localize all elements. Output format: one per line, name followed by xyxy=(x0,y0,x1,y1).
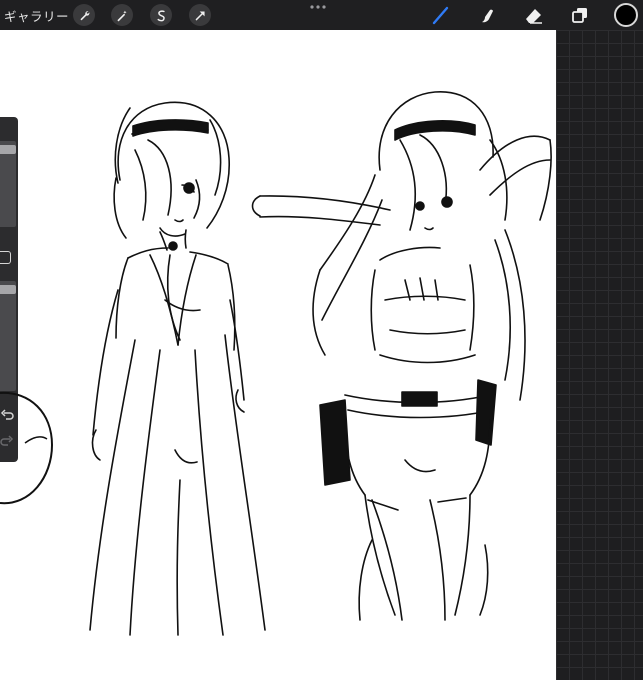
layers-icon[interactable] xyxy=(569,4,591,26)
eraser-icon[interactable] xyxy=(523,4,545,26)
modify-button-icon[interactable] xyxy=(0,251,11,264)
workspace-grid xyxy=(556,30,643,680)
drawing-canvas[interactable] xyxy=(0,30,556,680)
selection-icon[interactable] xyxy=(150,4,172,26)
opacity-slider[interactable] xyxy=(0,281,16,391)
sketch-artwork xyxy=(89,91,552,636)
top-toolbar: ギャラリー xyxy=(0,0,643,30)
brush-size-slider[interactable] xyxy=(0,141,16,227)
brush-icon[interactable] xyxy=(430,4,452,26)
smudge-icon[interactable] xyxy=(477,4,499,26)
wrench-icon[interactable] xyxy=(73,4,95,26)
color-icon[interactable] xyxy=(614,3,638,27)
gallery-button[interactable]: ギャラリー xyxy=(4,6,69,25)
opacity-thumb[interactable] xyxy=(0,285,16,294)
more-dots-icon[interactable] xyxy=(308,2,328,12)
magic-wand-icon[interactable] xyxy=(111,4,133,26)
transform-icon[interactable] xyxy=(189,4,211,26)
brush-size-thumb[interactable] xyxy=(0,145,16,154)
circle-sketch-fragment xyxy=(0,391,54,505)
